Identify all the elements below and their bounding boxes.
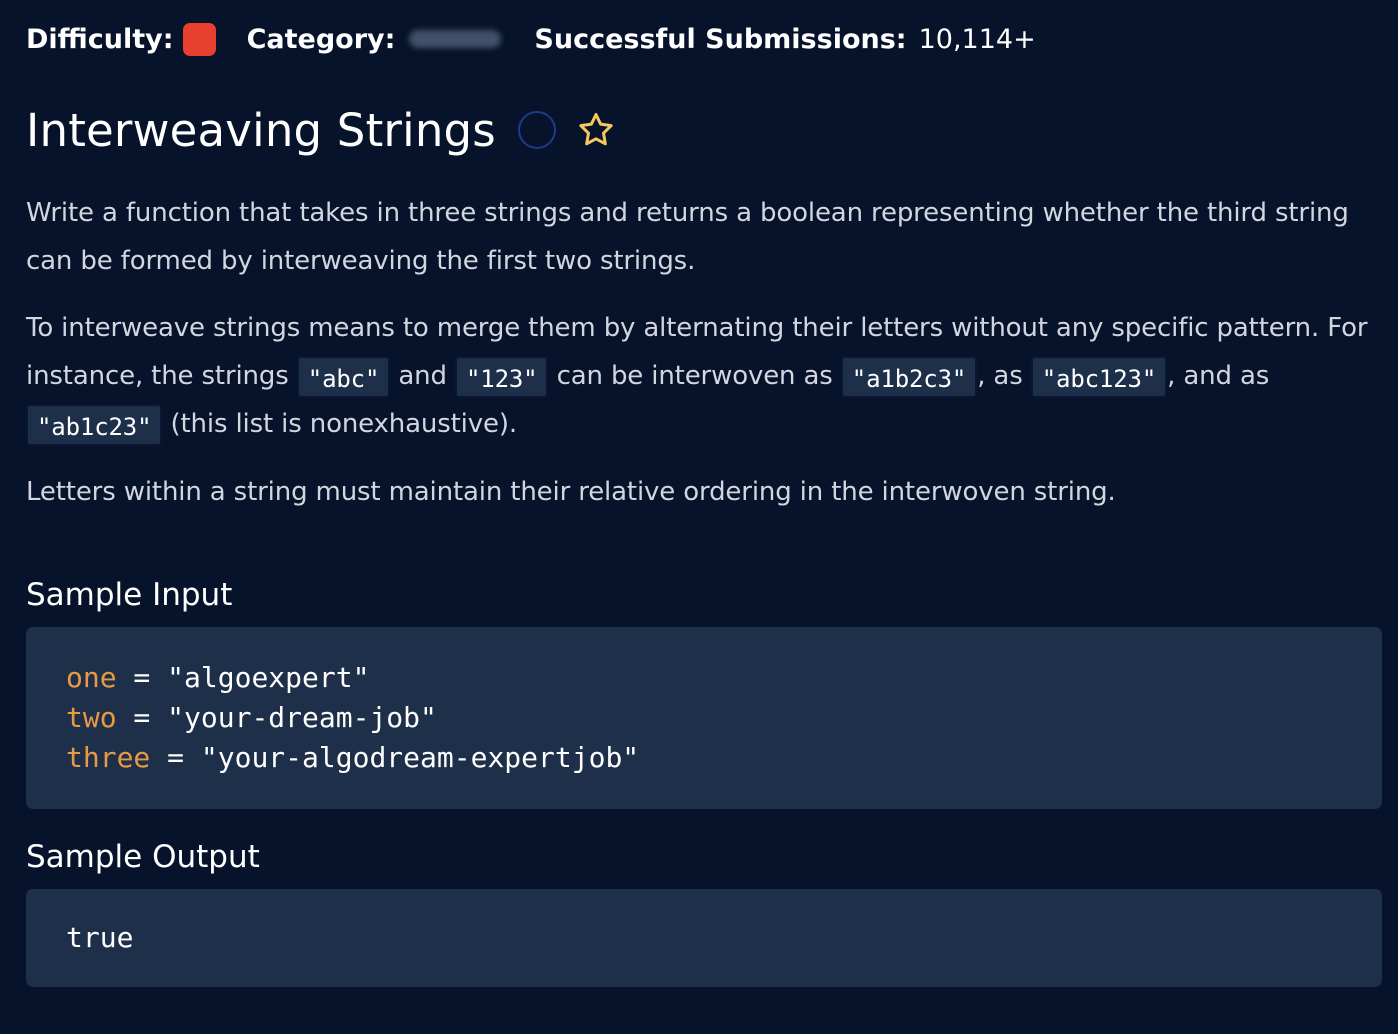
sample-input-code-block: one = "algoexpert" two = "your-dream-job… bbox=[26, 627, 1382, 809]
sample-input-line: two = "your-dream-job" bbox=[66, 698, 1342, 738]
problem-page: Difficulty: Category: Successful Submiss… bbox=[0, 19, 1398, 1034]
description-text: can be interwoven as bbox=[548, 361, 841, 391]
favorite-star-icon[interactable] bbox=[576, 110, 616, 150]
inline-code-abc: "abc" bbox=[296, 355, 391, 398]
sample-output-value: true bbox=[66, 921, 134, 954]
description-paragraph-3: Letters within a string must maintain th… bbox=[26, 477, 1116, 507]
description-paragraph-1: Write a function that takes in three str… bbox=[26, 198, 1349, 276]
sample-input-key: two bbox=[66, 701, 117, 734]
sample-input-value: = "your-algodream-expertjob" bbox=[150, 741, 640, 774]
successful-submissions-value: 10,114+ bbox=[918, 23, 1036, 55]
sample-input-value: = "algoexpert" bbox=[116, 661, 370, 694]
sample-input-line: three = "your-algodream-expertjob" bbox=[66, 738, 1342, 778]
completion-status-icon[interactable] bbox=[517, 111, 556, 149]
inline-code-abc123: "abc123" bbox=[1030, 355, 1168, 398]
problem-title-row: Interweaving Strings bbox=[26, 97, 1382, 163]
inline-code-ab1c23: "ab1c23" bbox=[26, 403, 163, 446]
inline-code-123: "123" bbox=[454, 355, 549, 398]
sample-input-value: = "your-dream-job" bbox=[116, 701, 437, 734]
difficulty-indicator bbox=[182, 22, 216, 56]
inline-code-a1b2c3: "a1b2c3" bbox=[840, 355, 978, 398]
category-value-blurred bbox=[409, 30, 502, 48]
category-label: Category: bbox=[246, 23, 396, 55]
successful-submissions-label: Successful Submissions: bbox=[534, 23, 907, 55]
description-text: , and as bbox=[1167, 361, 1270, 391]
description-text: (this list is nonexhaustive). bbox=[162, 409, 518, 439]
sample-input-key: three bbox=[66, 741, 151, 774]
sample-output-title: Sample Output bbox=[26, 839, 260, 875]
problem-title: Interweaving Strings bbox=[26, 103, 496, 157]
difficulty-label: Difficulty: bbox=[26, 23, 174, 55]
sample-input-line: one = "algoexpert" bbox=[66, 658, 1342, 698]
sample-input-title: Sample Input bbox=[26, 577, 233, 613]
sample-input-key: one bbox=[66, 661, 117, 694]
description-text: and bbox=[390, 361, 455, 391]
description-paragraph-2: To interweave strings means to merge the… bbox=[26, 304, 1382, 448]
description-text: , as bbox=[977, 361, 1031, 391]
problem-meta-bar: Difficulty: Category: Successful Submiss… bbox=[26, 19, 1382, 59]
sample-output-code-block: true bbox=[26, 889, 1382, 987]
